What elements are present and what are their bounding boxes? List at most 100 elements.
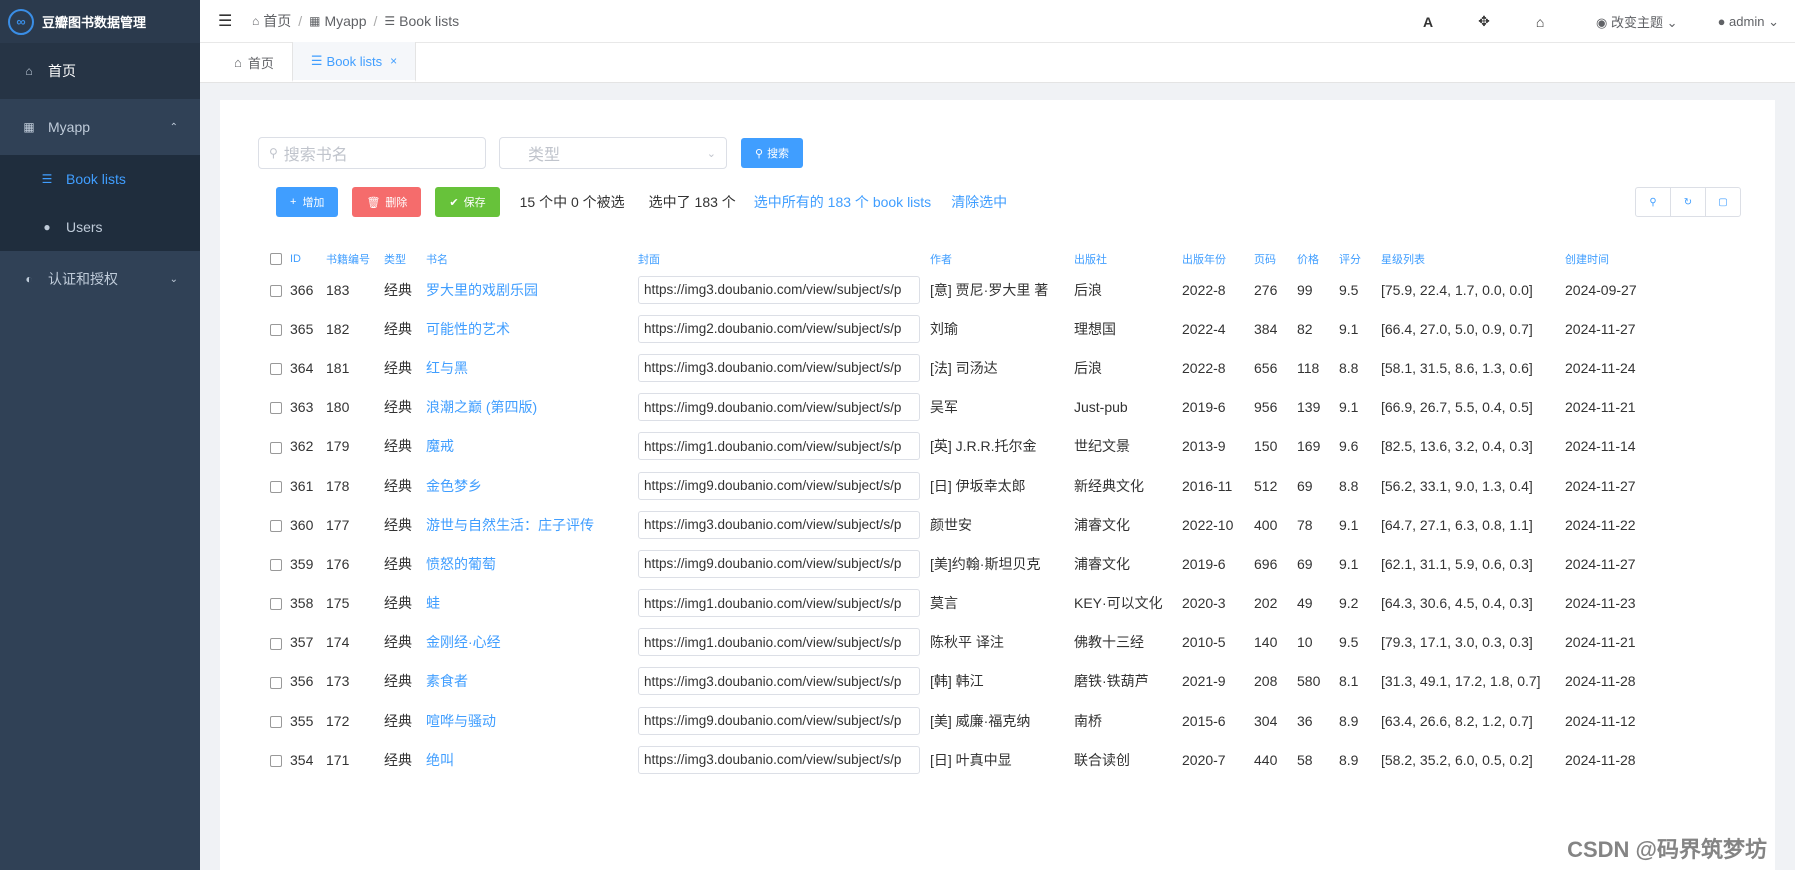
select-all-link[interactable]: 选中所有的 183 个 book lists <box>754 192 931 212</box>
checkbox[interactable] <box>270 324 282 337</box>
table-row[interactable]: 359 176 经典 愤怒的葡萄 https://img9.doubanio.com/v… <box>266 544 1653 583</box>
table-row[interactable]: 356 173 经典 素食者 https://img3.doubanio.com/vie… <box>266 662 1653 701</box>
row-checkbox-cell[interactable] <box>266 309 286 348</box>
column-header[interactable]: 出版社 <box>1070 248 1178 270</box>
checkbox[interactable] <box>270 559 282 572</box>
column-header[interactable]: 作者 <box>926 248 1070 270</box>
checkbox[interactable] <box>270 253 282 266</box>
table-row[interactable]: 365 182 经典 可能性的艺术 https://img2.doubanio.com/… <box>266 309 1653 348</box>
columns-icon[interactable]: ▢ <box>1705 187 1741 217</box>
column-header[interactable]: 星级列表 <box>1377 248 1561 270</box>
column-header[interactable]: 书名 <box>422 248 634 270</box>
row-checkbox-cell[interactable] <box>266 505 286 544</box>
table-cell[interactable]: 素食者 <box>422 662 634 701</box>
row-checkbox-cell[interactable] <box>266 662 286 701</box>
row-checkbox-cell[interactable] <box>266 466 286 505</box>
user-button[interactable]: ● admin ⌄ <box>1718 14 1779 30</box>
search-input[interactable]: ⚲ 搜索书名 <box>258 137 486 169</box>
column-header[interactable]: 出版年份 <box>1178 248 1250 270</box>
cover-url-input[interactable]: https://img1.doubanio.com/view/subject/s… <box>638 628 920 657</box>
table-cell[interactable]: 金色梦乡 <box>422 466 634 505</box>
table-row[interactable]: 357 174 经典 金刚经·心经 https://img1.doubanio.com/… <box>266 623 1653 662</box>
search-toggle-icon[interactable]: ⚲ <box>1635 187 1671 217</box>
cover-url-input[interactable]: https://img2.doubanio.com/view/subject/s… <box>638 314 920 343</box>
tag-book-lists[interactable]: ☰ Book lists × <box>291 42 417 82</box>
cover-url-input[interactable]: https://img9.doubanio.com/view/subject/s… <box>638 393 920 422</box>
table-cell[interactable]: 红与黑 <box>422 348 634 387</box>
sidebar-item-myapp[interactable]: ▦ Myapp ⌃ <box>0 99 200 155</box>
search-button[interactable]: ⚲ 搜索 <box>741 138 804 168</box>
table-cell[interactable]: 魔戒 <box>422 427 634 466</box>
cover-url-input[interactable]: https://img3.doubanio.com/view/subject/s… <box>638 275 920 304</box>
cover-url-input[interactable]: https://img3.doubanio.com/view/subject/s… <box>638 510 920 539</box>
checkbox[interactable] <box>270 284 282 297</box>
checkbox[interactable] <box>270 441 282 454</box>
column-header[interactable]: 创建时间 <box>1561 248 1653 270</box>
table-row[interactable]: 364 181 经典 红与黑 https://img3.doubanio.com/vie… <box>266 348 1653 387</box>
font-size-icon[interactable]: A <box>1400 14 1456 30</box>
fullscreen-icon[interactable]: ✥ <box>1456 13 1512 30</box>
table-cell[interactable]: 浪潮之巅 (第四版) <box>422 388 634 427</box>
row-checkbox-cell[interactable] <box>266 270 286 309</box>
table-row[interactable]: 363 180 经典 浪潮之巅 (第四版) https://img9.doubanio.… <box>266 388 1653 427</box>
column-header[interactable]: ID <box>286 248 322 270</box>
table-row[interactable]: 360 177 经典 游世与自然生活：庄子评传 https://img3.doubani… <box>266 505 1653 544</box>
row-checkbox-cell[interactable] <box>266 348 286 387</box>
sidebar-item-users[interactable]: ● Users <box>0 203 200 251</box>
table-cell[interactable]: 游世与自然生活：庄子评传 <box>422 505 634 544</box>
table-cell[interactable]: 愤怒的葡萄 <box>422 544 634 583</box>
checkbox[interactable] <box>270 402 282 415</box>
theme-button[interactable]: ◉ 改变主题 ⌄ <box>1596 12 1678 31</box>
column-header[interactable]: 价格 <box>1293 248 1335 270</box>
table-row[interactable]: 361 178 经典 金色梦乡 https://img9.doubanio.com/vi… <box>266 466 1653 505</box>
sidebar-item-home[interactable]: ⌂ 首页 <box>0 43 200 99</box>
column-header[interactable]: 评分 <box>1335 248 1377 270</box>
table-cell[interactable]: 喧哗与骚动 <box>422 701 634 740</box>
row-checkbox-cell[interactable] <box>266 740 286 779</box>
home-icon[interactable]: ⌂ <box>1512 14 1568 30</box>
add-button[interactable]: + 增加 <box>276 187 339 217</box>
column-header[interactable]: 类型 <box>380 248 422 270</box>
row-checkbox-cell[interactable] <box>266 388 286 427</box>
row-checkbox-cell[interactable] <box>266 544 286 583</box>
table-row[interactable]: 358 175 经典蛙 https://img1.doubanio.com/view/… <box>266 584 1653 623</box>
table-row[interactable]: 354 171 经典 绝叫 https://img3.doubanio.com/view… <box>266 740 1653 779</box>
cover-url-input[interactable]: https://img1.doubanio.com/view/subject/s… <box>638 432 920 461</box>
table-row[interactable]: 362 179 经典 魔戒 https://img1.doubanio.com/view… <box>266 427 1653 466</box>
cover-url-input[interactable]: https://img3.doubanio.com/view/subject/s… <box>638 353 920 382</box>
type-select[interactable]: 类型 ⌄ <box>499 137 727 169</box>
table-cell[interactable]: 绝叫 <box>422 740 634 779</box>
row-checkbox-cell[interactable] <box>266 427 286 466</box>
cover-url-input[interactable]: https://img1.doubanio.com/view/subject/s… <box>638 589 920 618</box>
checkbox[interactable] <box>270 480 282 493</box>
table-cell[interactable]: 蛙 <box>422 584 634 623</box>
row-checkbox-cell[interactable] <box>266 584 286 623</box>
hamburger-icon[interactable]: ☰ <box>218 11 246 31</box>
sidebar-item-book-lists[interactable]: ☰ Book lists <box>0 155 200 203</box>
table-row[interactable]: 355 172 经典 喧哗与骚动 https://img9.doubanio.com/v… <box>266 701 1653 740</box>
column-header[interactable]: 书籍编号 <box>322 248 380 270</box>
cover-url-input[interactable]: https://img9.doubanio.com/view/subject/s… <box>638 471 920 500</box>
column-header[interactable]: 封面 <box>634 248 926 270</box>
table-cell[interactable]: 金刚经·心经 <box>422 623 634 662</box>
checkbox[interactable] <box>270 676 282 689</box>
clear-selection-link[interactable]: 清除选中 <box>951 192 1007 212</box>
save-button[interactable]: ✔ 保存 <box>435 187 500 217</box>
cover-url-input[interactable]: https://img9.doubanio.com/view/subject/s… <box>638 706 920 735</box>
breadcrumb-item[interactable]: Myapp <box>324 13 366 29</box>
table-cell[interactable]: 可能性的艺术 <box>422 309 634 348</box>
row-checkbox-cell[interactable] <box>266 701 286 740</box>
delete-button[interactable]: 🗑 删除 <box>352 187 422 217</box>
checkbox[interactable] <box>270 715 282 728</box>
table-cell[interactable]: 罗大里的戏剧乐园 <box>422 270 634 309</box>
close-icon[interactable]: × <box>390 54 397 68</box>
tag-home[interactable]: ⌂ 首页 <box>216 42 292 82</box>
checkbox[interactable] <box>270 637 282 650</box>
select-all-checkbox[interactable] <box>266 248 286 270</box>
row-checkbox-cell[interactable] <box>266 623 286 662</box>
table-row[interactable]: 366 183 经典 罗大里的戏剧乐园 https://img3.doubanio.co… <box>266 270 1653 309</box>
app-logo[interactable]: ∞ 豆瓣图书数据管理 <box>0 0 200 43</box>
checkbox[interactable] <box>270 363 282 376</box>
checkbox[interactable] <box>270 520 282 533</box>
breadcrumb-item[interactable]: 首页 <box>263 11 291 31</box>
